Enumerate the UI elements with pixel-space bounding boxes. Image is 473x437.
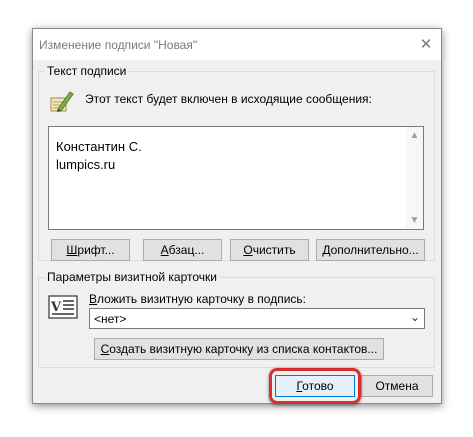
chevron-down-icon[interactable]: ⌄: [410, 310, 420, 324]
attach-vcard-accel: В: [89, 292, 98, 306]
business-card-icon: V: [48, 295, 78, 319]
paragraph-button-label: бзац...: [168, 243, 205, 257]
close-icon[interactable]: ✕: [411, 29, 441, 60]
font-button[interactable]: Шрифт...: [51, 239, 130, 261]
scroll-up-icon[interactable]: ▲: [406, 127, 423, 144]
signature-group-legend: Текст подписи: [45, 64, 129, 78]
clear-button-accel: О: [243, 243, 253, 257]
ok-button-highlight: [269, 368, 361, 404]
cancel-button[interactable]: Отмена: [361, 375, 433, 397]
clear-button[interactable]: Очистить: [230, 239, 309, 261]
advanced-button-label: ополнительно...: [330, 243, 419, 257]
vcard-select[interactable]: <нет> ⌄: [89, 308, 425, 329]
advanced-button-accel: Д: [322, 243, 331, 257]
signature-line-name: Константин С.: [56, 139, 142, 154]
edit-signature-dialog: Изменение подписи "Новая" ✕ Текст подпис…: [32, 28, 442, 404]
create-vcard-accel: С: [100, 342, 110, 356]
vcard-group-legend: Параметры визитной карточки: [45, 270, 219, 284]
signature-line-site: lumpics.ru: [56, 157, 116, 172]
cancel-button-label: Отмена: [375, 379, 419, 393]
window-title: Изменение подписи "Новая": [39, 38, 198, 52]
signature-text-group: Текст подписи Этот текст будет включен в…: [38, 64, 435, 261]
svg-text:V: V: [50, 300, 62, 315]
quill-pen-icon: [50, 91, 74, 112]
paragraph-button-accel: А: [160, 243, 169, 257]
signature-info-text: Этот текст будет включен в исходящие соо…: [85, 92, 372, 106]
clear-button-label: чистить: [252, 243, 296, 257]
font-button-label: рифт...: [77, 243, 115, 257]
advanced-button[interactable]: Дополнительно...: [316, 239, 425, 261]
screenshot: Изменение подписи "Новая" ✕ Текст подпис…: [0, 0, 473, 437]
create-vcard-button[interactable]: Создать визитную карточку из списка конт…: [94, 338, 384, 360]
vcard-select-value: <нет>: [94, 312, 127, 326]
signature-editor[interactable]: Константин С. lumpics.ru ▲ ▼: [48, 126, 424, 230]
attach-vcard-text: ложить визитную карточку в подпись:: [97, 292, 306, 306]
vertical-scrollbar[interactable]: ▲ ▼: [406, 127, 423, 229]
title-bar: Изменение подписи "Новая" ✕: [33, 29, 441, 60]
create-vcard-label: оздать визитную карточку из списка конта…: [109, 342, 378, 356]
paragraph-button[interactable]: Абзац...: [143, 239, 222, 261]
attach-vcard-label: Вложить визитную карточку в подпись:: [89, 292, 306, 306]
business-card-group: Параметры визитной карточки V Вложить ви…: [38, 270, 435, 368]
font-button-accel: Ш: [66, 243, 78, 257]
scroll-down-icon[interactable]: ▼: [406, 212, 423, 229]
